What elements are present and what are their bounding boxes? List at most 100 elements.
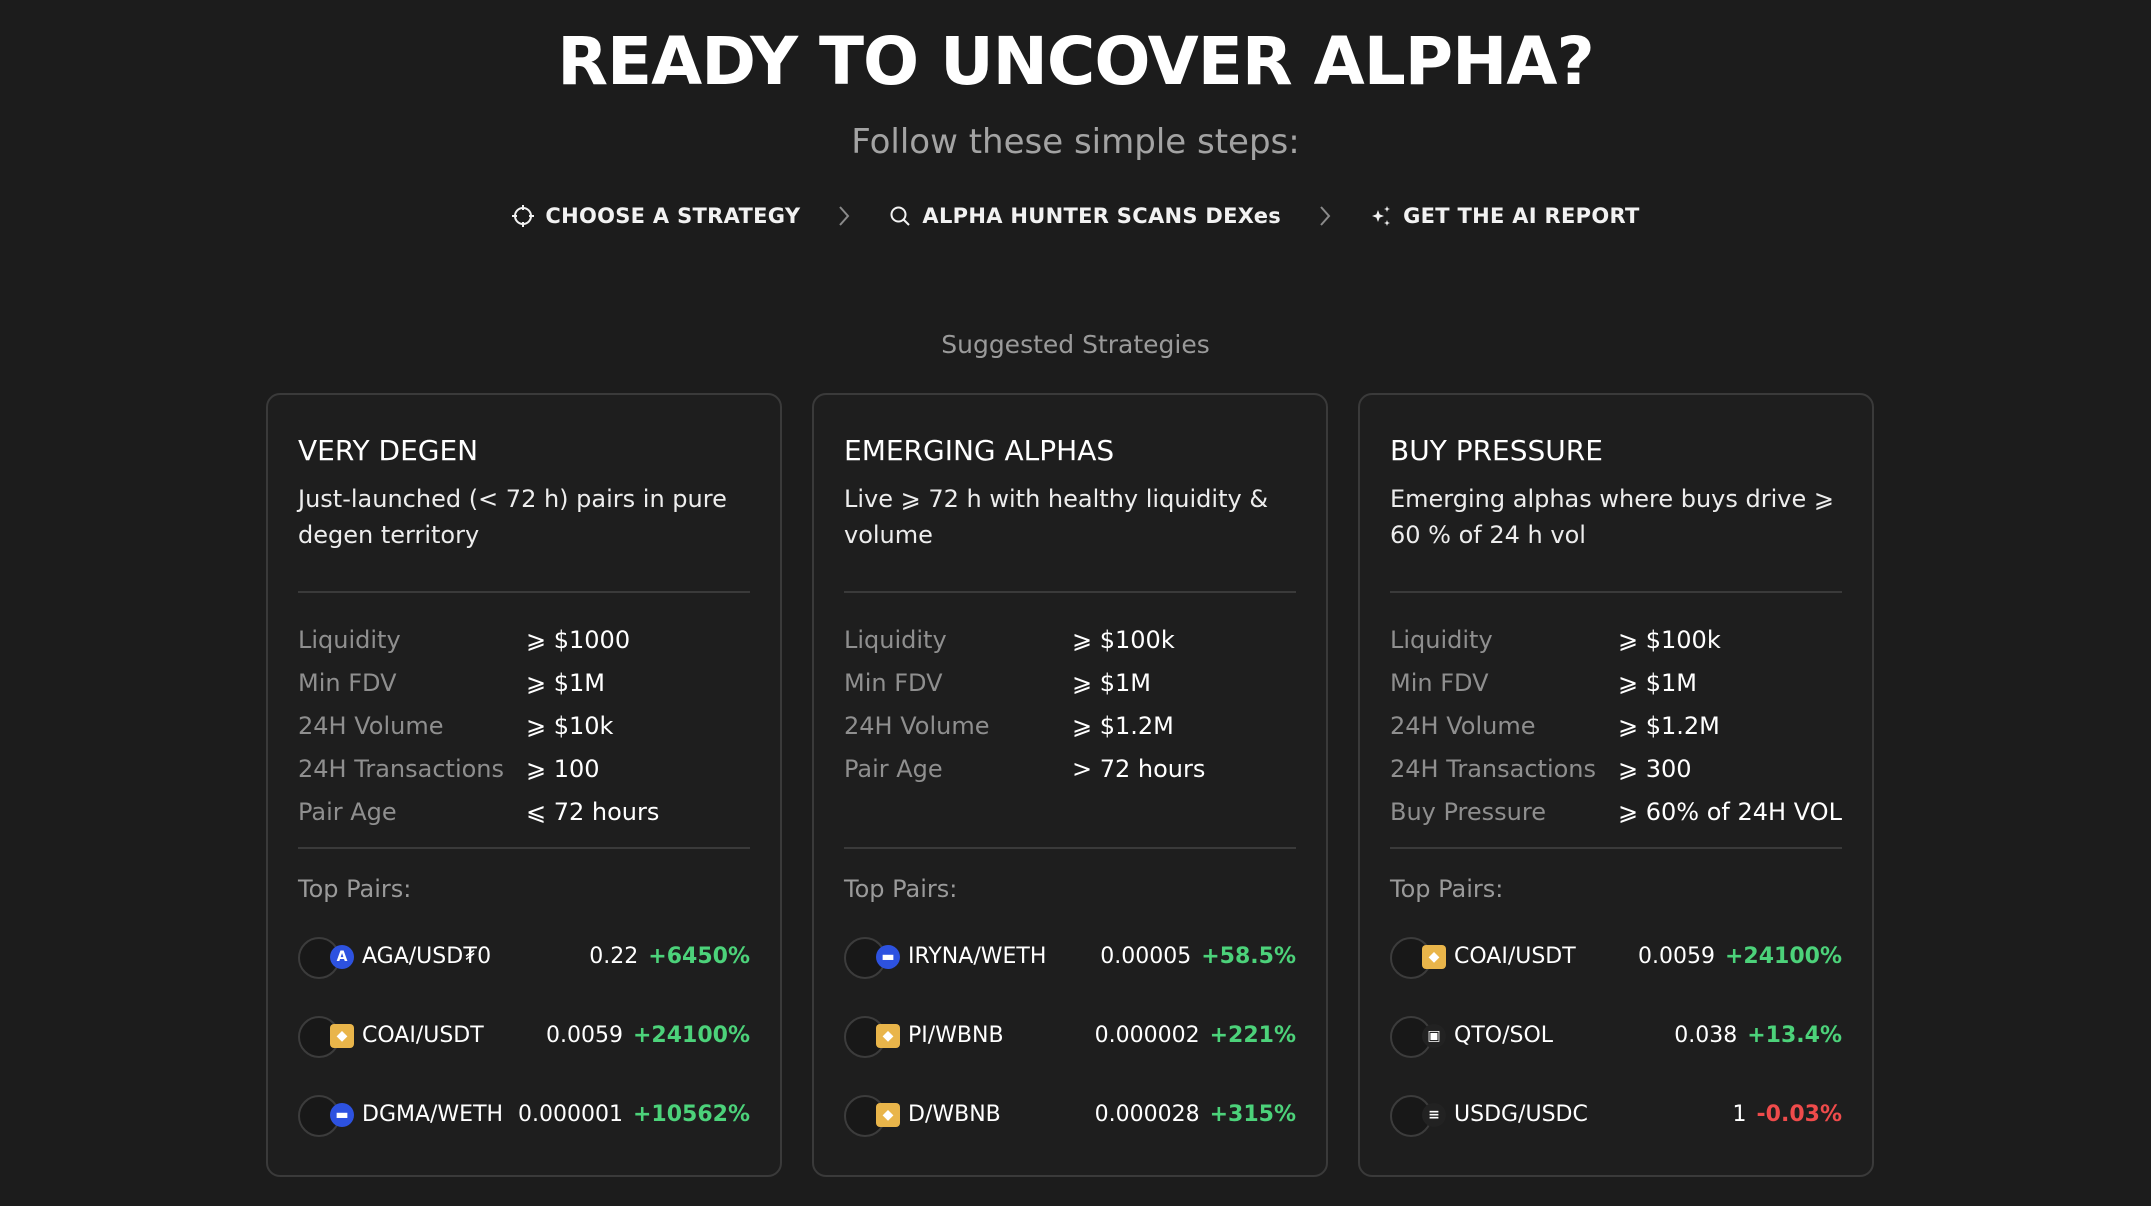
criteria-key: 24H Volume [844,712,990,740]
chevron-right-icon [836,204,852,228]
pair-row[interactable]: ▣ QTO/SOL 0.038 +13.4% [1390,996,1842,1075]
criteria-key: 24H Transactions [298,755,505,783]
criteria-value: ⩾ $1M [526,669,605,697]
criteria-value: ⩾ 300 [1618,755,1692,783]
divider [1390,847,1842,849]
pair-list: ◆ COAI/USDT 0.0059 +24100% ▣ QTO/SOL 0.0… [1390,917,1842,1154]
criteria-value: ⩾ $1M [1072,669,1151,697]
pair-name: DGMA/WETH [362,1102,504,1127]
pair-change: +315% [1209,1102,1296,1127]
criteria-row: 24H Volume ⩾ $1.2M [844,705,1296,748]
pair-row[interactable]: ▬ DGMA/WETH 0.000001 +10562% [298,1075,750,1154]
criteria-key: 24H Volume [298,712,444,740]
pair-price: 0.00005 [1100,944,1192,969]
bnb-token-icon: ◆ [844,1093,908,1137]
criteria-row: Liquidity ⩾ $100k [1390,619,1842,662]
criteria-value: ⩾ 60% of 24H VOL [1618,798,1842,826]
criteria-value: > 72 hours [1072,755,1206,783]
pair-price: 0.000002 [1094,1023,1200,1048]
card-title: BUY PRESSURE [1390,434,1603,467]
criteria-value: ⩾ $1M [1618,669,1697,697]
strategy-card-emerging-alphas[interactable]: EMERGING ALPHAS Live ⩾ 72 h with healthy… [812,393,1328,1177]
criteria-row: 24H Transactions ⩾ 100 [298,748,750,791]
criteria-row: Min FDV ⩾ $1M [298,662,750,705]
pair-change: +13.4% [1747,1023,1842,1048]
bnb-token-icon: ◆ [298,1014,362,1058]
criteria-value: ⩾ $1.2M [1072,712,1174,740]
pair-row[interactable]: ◆ COAI/USDT 0.0059 +24100% [298,996,750,1075]
criteria-key: Liquidity [1390,626,1493,654]
solana-token-icon: ≡ [1390,1093,1454,1137]
criteria-row: Pair Age ⩽ 72 hours [298,791,750,834]
criteria-key: Min FDV [1390,669,1489,697]
pair-row[interactable]: A AGA/USD₮0 0.22 +6450% [298,917,750,996]
criteria-value: ⩾ $1000 [526,626,631,654]
strategy-card-buy-pressure[interactable]: BUY PRESSURE Emerging alphas where buys … [1358,393,1874,1177]
top-pairs-label: Top Pairs: [1390,875,1504,903]
pair-name: AGA/USD₮0 [362,944,492,969]
criteria-value: ⩾ 100 [526,755,600,783]
criteria-row: 24H Transactions ⩾ 300 [1390,748,1842,791]
pair-change: +10562% [632,1102,750,1127]
search-icon [888,204,912,228]
pair-change: +24100% [632,1023,750,1048]
pair-change: +58.5% [1201,944,1296,969]
pair-change: +24100% [1724,944,1842,969]
pair-price: 0.22 [589,944,639,969]
criteria-list: Liquidity ⩾ $100k Min FDV ⩾ $1M 24H Volume… [1390,593,1842,847]
qto-token-icon: ▣ [1390,1014,1454,1058]
pair-row[interactable]: ▬ IRYNA/WETH 0.00005 +58.5% [844,917,1296,996]
criteria-row: Liquidity ⩾ $1000 [298,619,750,662]
criteria-key: Min FDV [844,669,943,697]
pair-row[interactable]: ≡ USDG/USDC 1 -0.03% [1390,1075,1842,1154]
criteria-key: Liquidity [298,626,401,654]
pair-price: 0.0059 [1638,944,1715,969]
bnb-token-icon: ◆ [1390,935,1454,979]
criteria-value: ⩽ 72 hours [526,798,660,826]
pair-change: +221% [1209,1023,1296,1048]
card-description: Just-launched (< 72 h) pairs in pure deg… [298,485,727,549]
pair-list: A AGA/USD₮0 0.22 +6450% ◆ COAI/USDT 0.00… [298,917,750,1154]
pair-list: ▬ IRYNA/WETH 0.00005 +58.5% ◆ PI/WBNB 0.… [844,917,1296,1154]
page: READY TO UNCOVER ALPHA? Follow these sim… [0,0,2151,1206]
criteria-row: Min FDV ⩾ $1M [1390,662,1842,705]
criteria-value: ⩾ $1.2M [1618,712,1720,740]
divider [844,847,1296,849]
top-pairs-label: Top Pairs: [844,875,958,903]
criteria-key: Min FDV [298,669,397,697]
pair-row[interactable]: ◆ COAI/USDT 0.0059 +24100% [1390,917,1842,996]
card-description: Emerging alphas where buys drive ⩾ 60 % … [1390,485,1834,549]
criteria-key: Liquidity [844,626,947,654]
criteria-row: Min FDV ⩾ $1M [844,662,1296,705]
card-description: Live ⩾ 72 h with healthy liquidity & vol… [844,485,1269,549]
criteria-key: Pair Age [298,798,397,826]
pair-price: 0.000001 [518,1102,623,1127]
hero-subtitle: Follow these simple steps: [851,122,1300,162]
pair-price: 1 [1732,1102,1747,1127]
sparkle-icon [1369,204,1393,228]
criteria-row: Buy Pressure ⩾ 60% of 24H VOL [1390,791,1842,834]
pair-name: QTO/SOL [1454,1023,1554,1048]
bnb-token-icon: ◆ [844,1014,908,1058]
criteria-value: ⩾ $10k [526,712,614,740]
top-pairs-label: Top Pairs: [298,875,412,903]
pair-row[interactable]: ◆ D/WBNB 0.000028 +315% [844,1075,1296,1154]
pair-name: USDG/USDC [1454,1102,1588,1127]
hero-title: READY TO UNCOVER ALPHA? [557,23,1595,100]
criteria-value: ⩾ $100k [1072,626,1175,654]
base-token-icon: ▬ [298,1093,362,1137]
criteria-key: Buy Pressure [1390,798,1546,826]
criteria-row: 24H Volume ⩾ $1.2M [1390,705,1842,748]
strategy-card-very-degen[interactable]: VERY DEGEN Just-launched (< 72 h) pairs … [266,393,782,1177]
criteria-key: 24H Volume [1390,712,1536,740]
criteria-row: 24H Volume ⩾ $10k [298,705,750,748]
pair-row[interactable]: ◆ PI/WBNB 0.000002 +221% [844,996,1296,1075]
pair-change: -0.03% [1756,1102,1842,1127]
pair-price: 0.038 [1674,1023,1738,1048]
criteria-row: Pair Age > 72 hours [844,748,1296,791]
pair-price: 0.0059 [546,1023,623,1048]
step-label: ALPHA HUNTER SCANS DEXes [922,204,1282,228]
card-title: EMERGING ALPHAS [844,434,1115,467]
crosshair-icon [511,204,535,228]
criteria-list: Liquidity ⩾ $100k Min FDV ⩾ $1M 24H Volume… [844,593,1296,847]
